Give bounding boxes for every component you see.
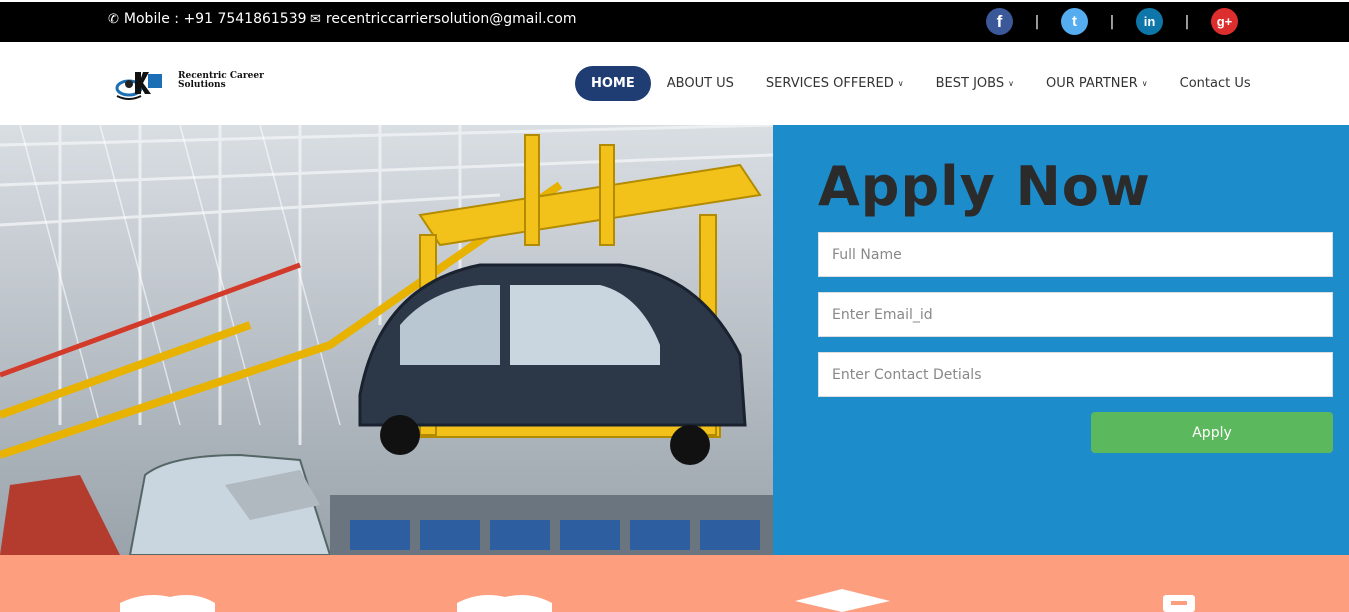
chevron-down-icon: ∨ (1141, 79, 1148, 88)
nav-about-us-label: ABOUT US (666, 76, 734, 91)
mobile-contact: ✆ Mobile : +91 7541861539 (108, 11, 307, 27)
main-navbar: Recentric Career Solutions HOME ABOUT US… (0, 42, 1349, 125)
logo-text-line2: Solutions (178, 80, 226, 90)
email-text[interactable]: recentriccarriersolution@gmail.com (326, 11, 577, 27)
graduation-cap-icon (795, 589, 890, 612)
social-separator: | (1184, 13, 1190, 30)
logo[interactable]: Recentric Career Solutions (115, 68, 305, 102)
nav-about-us[interactable]: ABOUT US (651, 66, 750, 101)
factory-illustration (0, 125, 773, 555)
phone-icon: ✆ (108, 11, 119, 27)
nav-home[interactable]: HOME (575, 66, 651, 101)
nav-home-label: HOME (591, 76, 635, 91)
main-nav: HOME ABOUT US SERVICES OFFERED ∨ BEST JO… (575, 66, 1267, 101)
apply-panel: Apply Now Apply (773, 125, 1349, 555)
nav-contact-us-label: Contact Us (1179, 76, 1251, 91)
email-contact[interactable]: ✉ recentriccarriersolution@gmail.com (310, 11, 576, 27)
nav-services-offered-label: SERVICES OFFERED (765, 76, 894, 91)
envelope-icon: ✉ (310, 11, 321, 27)
linkedin-icon[interactable]: in (1136, 8, 1163, 35)
top-bar: ✆ Mobile : +91 7541861539 ✉ recentriccar… (0, 0, 1349, 42)
chevron-down-icon: ∨ (897, 79, 904, 88)
social-links: f | t | in | g+ (986, 8, 1238, 35)
services-band (0, 555, 1349, 612)
nav-best-jobs[interactable]: BEST JOBS ∨ (920, 66, 1030, 101)
email-input[interactable] (818, 292, 1333, 337)
full-name-input[interactable] (818, 232, 1333, 277)
nav-contact-us[interactable]: Contact Us (1164, 66, 1267, 101)
logo-mark-icon (115, 72, 162, 100)
nav-services-offered[interactable]: SERVICES OFFERED ∨ (750, 66, 920, 101)
social-separator: | (1109, 13, 1115, 30)
nav-best-jobs-label: BEST JOBS (935, 76, 1005, 91)
nav-our-partner[interactable]: OUR PARTNER ∨ (1030, 66, 1164, 101)
chevron-down-icon: ∨ (1008, 79, 1014, 88)
handshake-icon (457, 595, 552, 612)
google-plus-icon[interactable]: g+ (1211, 8, 1238, 35)
social-separator: | (1034, 13, 1040, 30)
hero-factory-image (0, 125, 773, 555)
logo-text: Recentric Career Solutions (178, 72, 264, 90)
mobile-text: Mobile : +91 7541861539 (123, 11, 307, 27)
handshake-icon (120, 595, 215, 612)
facebook-icon[interactable]: f (986, 8, 1013, 35)
contact-details-input[interactable] (818, 352, 1333, 397)
apply-button[interactable]: Apply (1091, 412, 1333, 453)
services-icons (120, 589, 1195, 612)
twitter-icon[interactable]: t (1061, 8, 1088, 35)
nav-our-partner-label: OUR PARTNER (1045, 76, 1138, 91)
apply-title: Apply Now (818, 155, 1151, 218)
